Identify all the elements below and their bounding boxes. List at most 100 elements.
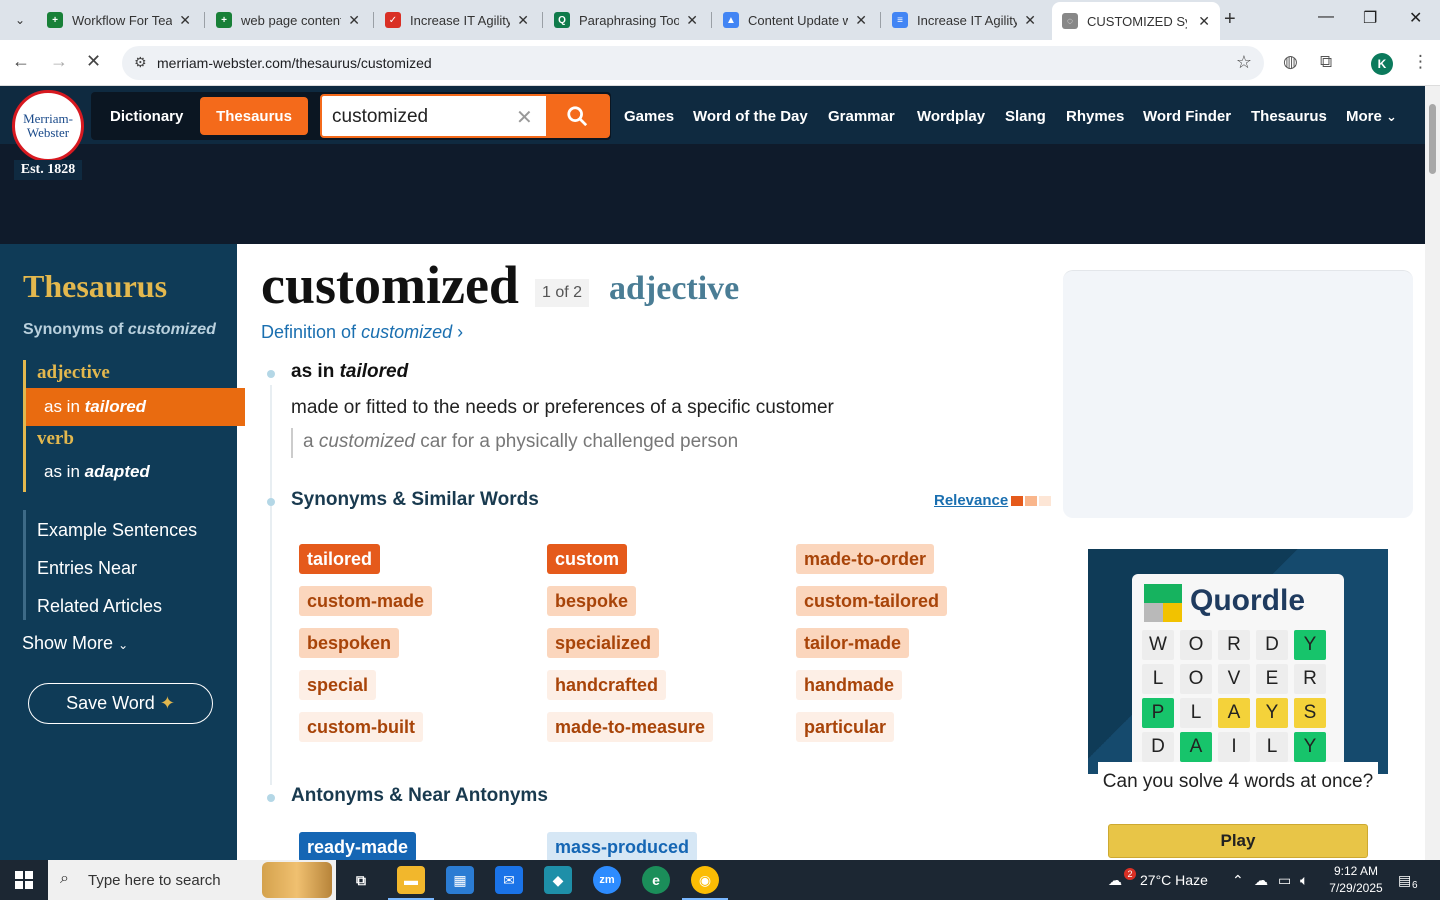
edge-icon[interactable]: e	[642, 866, 670, 894]
synonym-chip[interactable]: made-to-measure	[547, 712, 714, 742]
nav-link-games[interactable]: Games	[624, 108, 674, 125]
search-input[interactable]	[332, 106, 512, 128]
bookmark-star-icon[interactable]: ☆	[1236, 52, 1252, 73]
search-button[interactable]	[546, 96, 608, 136]
taskbar-search[interactable]: ⌕ Type here to search	[48, 860, 336, 900]
menu-kebab-icon[interactable]: ⋮	[1412, 52, 1429, 72]
browser-tab[interactable]: ≡ Increase IT Agility ✕	[882, 5, 1046, 35]
antonym-chip[interactable]: ready-made	[299, 832, 417, 862]
synonym-chip[interactable]: handcrafted	[547, 670, 667, 700]
onedrive-icon[interactable]: ☁	[1254, 872, 1268, 889]
synonym-chip[interactable]: specialized	[547, 628, 660, 658]
tab-close-icon[interactable]: ✕	[855, 12, 867, 29]
quordle-logo-icon	[1144, 584, 1182, 622]
browser-tab[interactable]: Q Paraphrasing Tool ✕	[544, 5, 708, 35]
weather-badge: 2	[1124, 868, 1136, 880]
scrollbar-thumb[interactable]	[1429, 104, 1436, 174]
tray-chevron-icon[interactable]: ⌃	[1232, 872, 1244, 889]
sidebar-pos-adjective[interactable]: adjective	[37, 362, 110, 384]
nav-link-thesaurus[interactable]: Thesaurus	[1251, 108, 1327, 125]
synonym-chip[interactable]: special	[299, 670, 377, 700]
mail-icon[interactable]: ✉	[495, 866, 523, 894]
weather-text[interactable]: 27°C Haze	[1140, 872, 1208, 888]
clear-search-icon[interactable]: ✕	[516, 105, 533, 130]
minimize-icon[interactable]: —	[1318, 8, 1334, 26]
search-icon	[567, 106, 588, 127]
browser-tab[interactable]: + web page content ✕	[206, 5, 370, 35]
browser-tab[interactable]: ▲ Content Update w ✕	[713, 5, 877, 35]
browser-tab[interactable]: + Workflow For Tear ✕	[37, 5, 201, 35]
nav-link-word-finder[interactable]: Word Finder	[1143, 108, 1231, 125]
synonym-chip[interactable]: custom-tailored	[796, 586, 948, 616]
browser-tab[interactable]: ◌ CUSTOMIZED Syn ✕	[1052, 2, 1220, 40]
back-icon[interactable]: ←	[12, 51, 30, 72]
nav-link-slang[interactable]: Slang	[1005, 108, 1046, 125]
mw-logo[interactable]: Merriam- Webster	[12, 90, 84, 162]
synonym-chip[interactable]: tailored	[299, 544, 381, 574]
definition-link[interactable]: Definition of customized ›	[261, 322, 463, 343]
zoom-icon[interactable]: zm	[593, 866, 621, 894]
synonym-chip[interactable]: bespoke	[547, 586, 637, 616]
url-text[interactable]: merriam-webster.com/thesaurus/customized	[157, 55, 432, 71]
sidebar-sense-tailored[interactable]: as in tailored	[44, 397, 146, 417]
sidebar-link-related-articles[interactable]: Related Articles	[37, 596, 162, 617]
stop-icon[interactable]: ✕	[86, 51, 101, 72]
nav-link-rhymes[interactable]: Rhymes	[1066, 108, 1124, 125]
nav-link-wordplay[interactable]: Wordplay	[917, 108, 985, 125]
task-view-icon[interactable]: ⧉	[347, 866, 375, 894]
nav-link-more[interactable]: More ⌄	[1346, 108, 1397, 125]
tab-close-icon[interactable]: ✕	[517, 12, 529, 29]
synonym-chip[interactable]: bespoken	[299, 628, 400, 658]
tab-favicon-icon: ✓	[385, 12, 401, 28]
synonym-chip[interactable]: made-to-order	[796, 544, 935, 574]
tab-close-icon[interactable]: ✕	[686, 12, 698, 29]
weather-icon[interactable]: ☁	[1108, 872, 1122, 889]
volume-icon[interactable]: 🔈︎	[1300, 872, 1308, 889]
synonym-chip[interactable]: tailor-made	[796, 628, 910, 658]
tab-close-icon[interactable]: ✕	[179, 12, 191, 29]
synonym-chip[interactable]: handmade	[796, 670, 903, 700]
network-icon[interactable]: ▭	[1278, 872, 1291, 889]
relevance-toggle[interactable]: Relevance	[934, 492, 1008, 509]
thesaurus-tab[interactable]: Thesaurus	[200, 97, 308, 135]
dictionary-tab[interactable]: Dictionary	[110, 108, 183, 125]
synonym-chip[interactable]: particular	[796, 712, 895, 742]
quordle-ad[interactable]: Quordle WORDYLOVERPLAYSDAILY	[1088, 549, 1388, 774]
quordle-play-button[interactable]: Play	[1108, 824, 1368, 858]
forward-icon[interactable]: →	[50, 51, 68, 72]
sidebar-pos-verb[interactable]: verb	[37, 428, 74, 450]
antonym-chip[interactable]: mass-produced	[547, 832, 698, 862]
profile-avatar[interactable]: K	[1371, 53, 1393, 75]
page-scrollbar[interactable]	[1425, 86, 1440, 860]
new-tab-button[interactable]: +	[1224, 8, 1236, 31]
notifications-icon[interactable]: ▤	[1398, 872, 1411, 889]
site-info-icon[interactable]: ⚙	[134, 54, 147, 71]
file-explorer-icon[interactable]: ▬	[397, 866, 425, 894]
tab-close-icon[interactable]: ✕	[1024, 12, 1036, 29]
bookmark-star-icon: ✦	[159, 693, 175, 713]
chrome-icon[interactable]: ◉	[691, 866, 719, 894]
extensions-icon[interactable]: ⧉	[1320, 52, 1332, 72]
sidebar-link-entries-near[interactable]: Entries Near	[37, 558, 137, 579]
tab-close-icon[interactable]: ✕	[348, 12, 360, 29]
nav-link-grammar[interactable]: Grammar	[828, 108, 895, 125]
address-bar[interactable]: ⚙ merriam-webster.com/thesaurus/customiz…	[122, 46, 1264, 80]
synonym-chip[interactable]: custom	[547, 544, 628, 574]
browser-tab[interactable]: ✓ Increase IT Agility ✕	[375, 5, 539, 35]
sidebar-show-more[interactable]: Show More ⌄	[22, 633, 128, 654]
save-word-button[interactable]: Save Word ✦	[28, 683, 213, 724]
synonym-chip[interactable]: custom-built	[299, 712, 423, 742]
translate-icon[interactable]: ◍	[1283, 52, 1298, 72]
sidebar-sense-adapted[interactable]: as in adapted	[44, 462, 150, 482]
close-window-icon[interactable]: ✕	[1409, 8, 1422, 28]
tab-search-icon[interactable]: ⌄	[8, 8, 32, 32]
synonym-chip[interactable]: custom-made	[299, 586, 433, 616]
sidebar-link-example-sentences[interactable]: Example Sentences	[37, 520, 197, 541]
start-button[interactable]	[0, 860, 48, 900]
restore-icon[interactable]: ❐	[1363, 8, 1377, 28]
store-icon[interactable]: ▦	[446, 866, 474, 894]
nav-link-word-of-the-day[interactable]: Word of the Day	[693, 108, 808, 125]
clock[interactable]: 9:12 AM 7/29/2025	[1324, 863, 1388, 897]
app-icon[interactable]: ◆	[544, 866, 572, 894]
tab-close-icon[interactable]: ✕	[1198, 13, 1210, 30]
